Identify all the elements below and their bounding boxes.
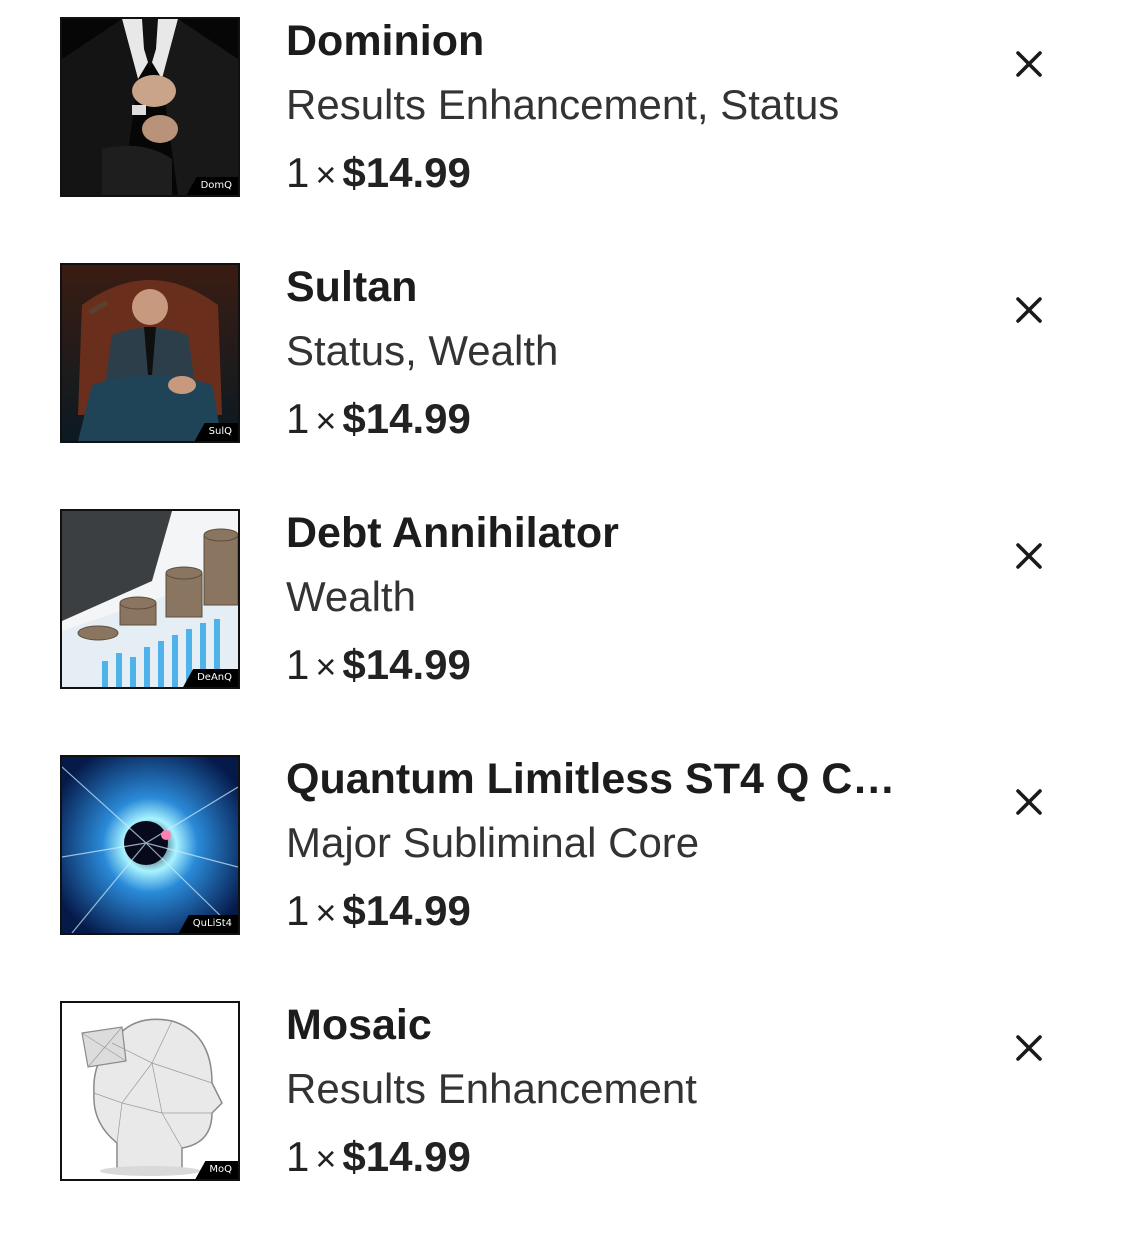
close-icon: [1016, 1035, 1042, 1061]
remove-item-button[interactable]: [1004, 777, 1054, 827]
puzzle-head-image: [62, 1003, 238, 1179]
remove-item-button[interactable]: [1004, 531, 1054, 581]
price: $14.99: [342, 149, 471, 196]
quantity-price: 1 × $14.99: [286, 149, 946, 199]
remove-item-button[interactable]: [1004, 285, 1054, 335]
close-icon: [1016, 789, 1042, 815]
product-name[interactable]: Sultan: [286, 263, 926, 311]
product-code-badge: QuLiSt4: [178, 915, 238, 933]
suit-cufflinks-image: [62, 19, 238, 195]
product-tags: Major Subliminal Core: [286, 819, 700, 866]
quantity: 1: [286, 149, 310, 196]
product-thumbnail[interactable]: MoQ: [60, 1001, 240, 1181]
cart-item: DomQ Dominion Results Enhancement, Statu…: [0, 17, 1125, 217]
product-info: Debt Annihilator Wealth 1 × $14.99: [286, 509, 946, 691]
quantity: 1: [286, 887, 310, 934]
quantity: 1: [286, 641, 310, 688]
quantity-price: 1 × $14.99: [286, 887, 946, 937]
quantity: 1: [286, 395, 310, 442]
product-name[interactable]: Mosaic: [286, 1001, 926, 1049]
cart-item-list: DomQ Dominion Results Enhancement, Statu…: [0, 0, 1125, 1239]
man-in-armchair-image: [62, 265, 238, 441]
product-thumbnail[interactable]: DeAnQ: [60, 509, 240, 689]
price: $14.99: [342, 395, 471, 442]
remove-item-button[interactable]: [1004, 39, 1054, 89]
coin-stacks-image: [62, 511, 238, 687]
quantity-price: 1 × $14.99: [286, 641, 946, 691]
quantity: 1: [286, 1133, 310, 1180]
price: $14.99: [342, 641, 471, 688]
product-tags: Results Enhancement, Status: [286, 81, 840, 128]
product-thumbnail[interactable]: SulQ: [60, 263, 240, 443]
product-tags: Status, Wealth: [286, 327, 559, 374]
times-sign: ×: [315, 646, 337, 687]
times-sign: ×: [315, 1138, 337, 1179]
close-icon: [1016, 297, 1042, 323]
price: $14.99: [342, 1133, 471, 1180]
product-tags: Results Enhancement: [286, 1065, 697, 1112]
cart-item: DeAnQ Debt Annihilator Wealth 1 × $14.99: [0, 509, 1125, 709]
product-thumbnail[interactable]: QuLiSt4: [60, 755, 240, 935]
cart-item: SulQ Sultan Status, Wealth 1 × $14.99: [0, 263, 1125, 463]
space-warp-image: [62, 757, 238, 933]
product-info: Quantum Limitless ST4 Q C… Major Sublimi…: [286, 755, 946, 937]
times-sign: ×: [315, 892, 337, 933]
cart-item: QuLiSt4 Quantum Limitless ST4 Q C… Major…: [0, 755, 1125, 955]
product-info: Mosaic Results Enhancement 1 × $14.99: [286, 1001, 946, 1183]
quantity-price: 1 × $14.99: [286, 395, 946, 445]
product-thumbnail[interactable]: DomQ: [60, 17, 240, 197]
price: $14.99: [342, 887, 471, 934]
remove-item-button[interactable]: [1004, 1023, 1054, 1073]
times-sign: ×: [315, 154, 337, 195]
quantity-price: 1 × $14.99: [286, 1133, 946, 1183]
product-info: Sultan Status, Wealth 1 × $14.99: [286, 263, 946, 445]
product-name[interactable]: Debt Annihilator: [286, 509, 926, 557]
product-name[interactable]: Dominion: [286, 17, 926, 65]
cart-item: MoQ Mosaic Results Enhancement 1 × $14.99: [0, 1001, 1125, 1201]
times-sign: ×: [315, 400, 337, 441]
product-name[interactable]: Quantum Limitless ST4 Q C…: [286, 755, 926, 803]
close-icon: [1016, 51, 1042, 77]
product-info: Dominion Results Enhancement, Status 1 × $…: [286, 17, 946, 199]
close-icon: [1016, 543, 1042, 569]
product-tags: Wealth: [286, 573, 416, 620]
